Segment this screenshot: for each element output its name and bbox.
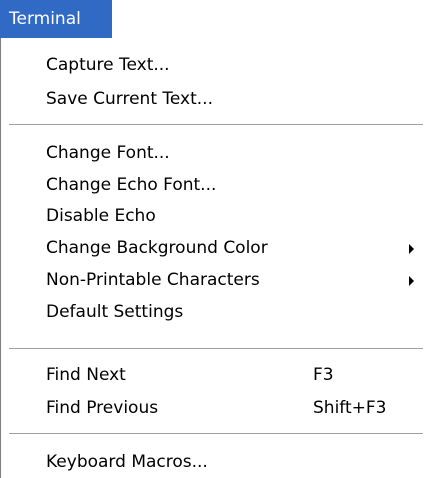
menu-item-label: Disable Echo [46, 206, 156, 226]
menu-item-label: Save Current Text... [46, 89, 213, 109]
menu-separator [9, 124, 423, 126]
menu-item-find-next[interactable]: Find Next F3 [1, 360, 423, 391]
menu-item-label: Find Previous [46, 398, 159, 418]
menu-right-edge [424, 38, 432, 478]
menu-item-default-settings[interactable]: Default Settings [1, 297, 423, 328]
menu-bar: Terminal [0, 0, 432, 38]
menu-item-keyboard-macros[interactable]: Keyboard Macros... [1, 447, 423, 478]
menu-item-label: Change Echo Font... [46, 175, 217, 195]
menu-item-capture-text[interactable]: Capture Text... [1, 50, 423, 81]
menu-item-label: Non-Printable Characters [46, 270, 260, 290]
menu-item-save-current-text[interactable]: Save Current Text... [1, 84, 423, 115]
menu-title-terminal[interactable]: Terminal [0, 0, 112, 38]
menu-item-label: Keyboard Macros... [46, 452, 208, 472]
menu-item-find-previous[interactable]: Find Previous Shift+F3 [1, 393, 423, 424]
menu-separator [9, 348, 423, 350]
submenu-arrow-icon [409, 244, 414, 254]
menu-item-non-printable-characters[interactable]: Non-Printable Characters [1, 265, 423, 296]
terminal-menu: Capture Text... Save Current Text... Cha… [0, 38, 424, 478]
menu-separator [9, 433, 423, 435]
menu-item-change-font[interactable]: Change Font... [1, 138, 423, 169]
menu-item-disable-echo[interactable]: Disable Echo [1, 201, 423, 232]
menu-item-change-background-color[interactable]: Change Background Color [1, 233, 423, 264]
menu-item-shortcut: Shift+F3 [313, 398, 387, 418]
menu-item-shortcut: F3 [313, 365, 334, 385]
menu-item-label: Default Settings [46, 302, 184, 322]
menu-item-label: Change Font... [46, 143, 170, 163]
submenu-arrow-icon [409, 276, 414, 286]
menu-item-label: Change Background Color [46, 238, 268, 258]
menu-item-label: Find Next [46, 365, 126, 385]
menu-item-label: Capture Text... [46, 55, 170, 75]
menu-item-change-echo-font[interactable]: Change Echo Font... [1, 170, 423, 201]
